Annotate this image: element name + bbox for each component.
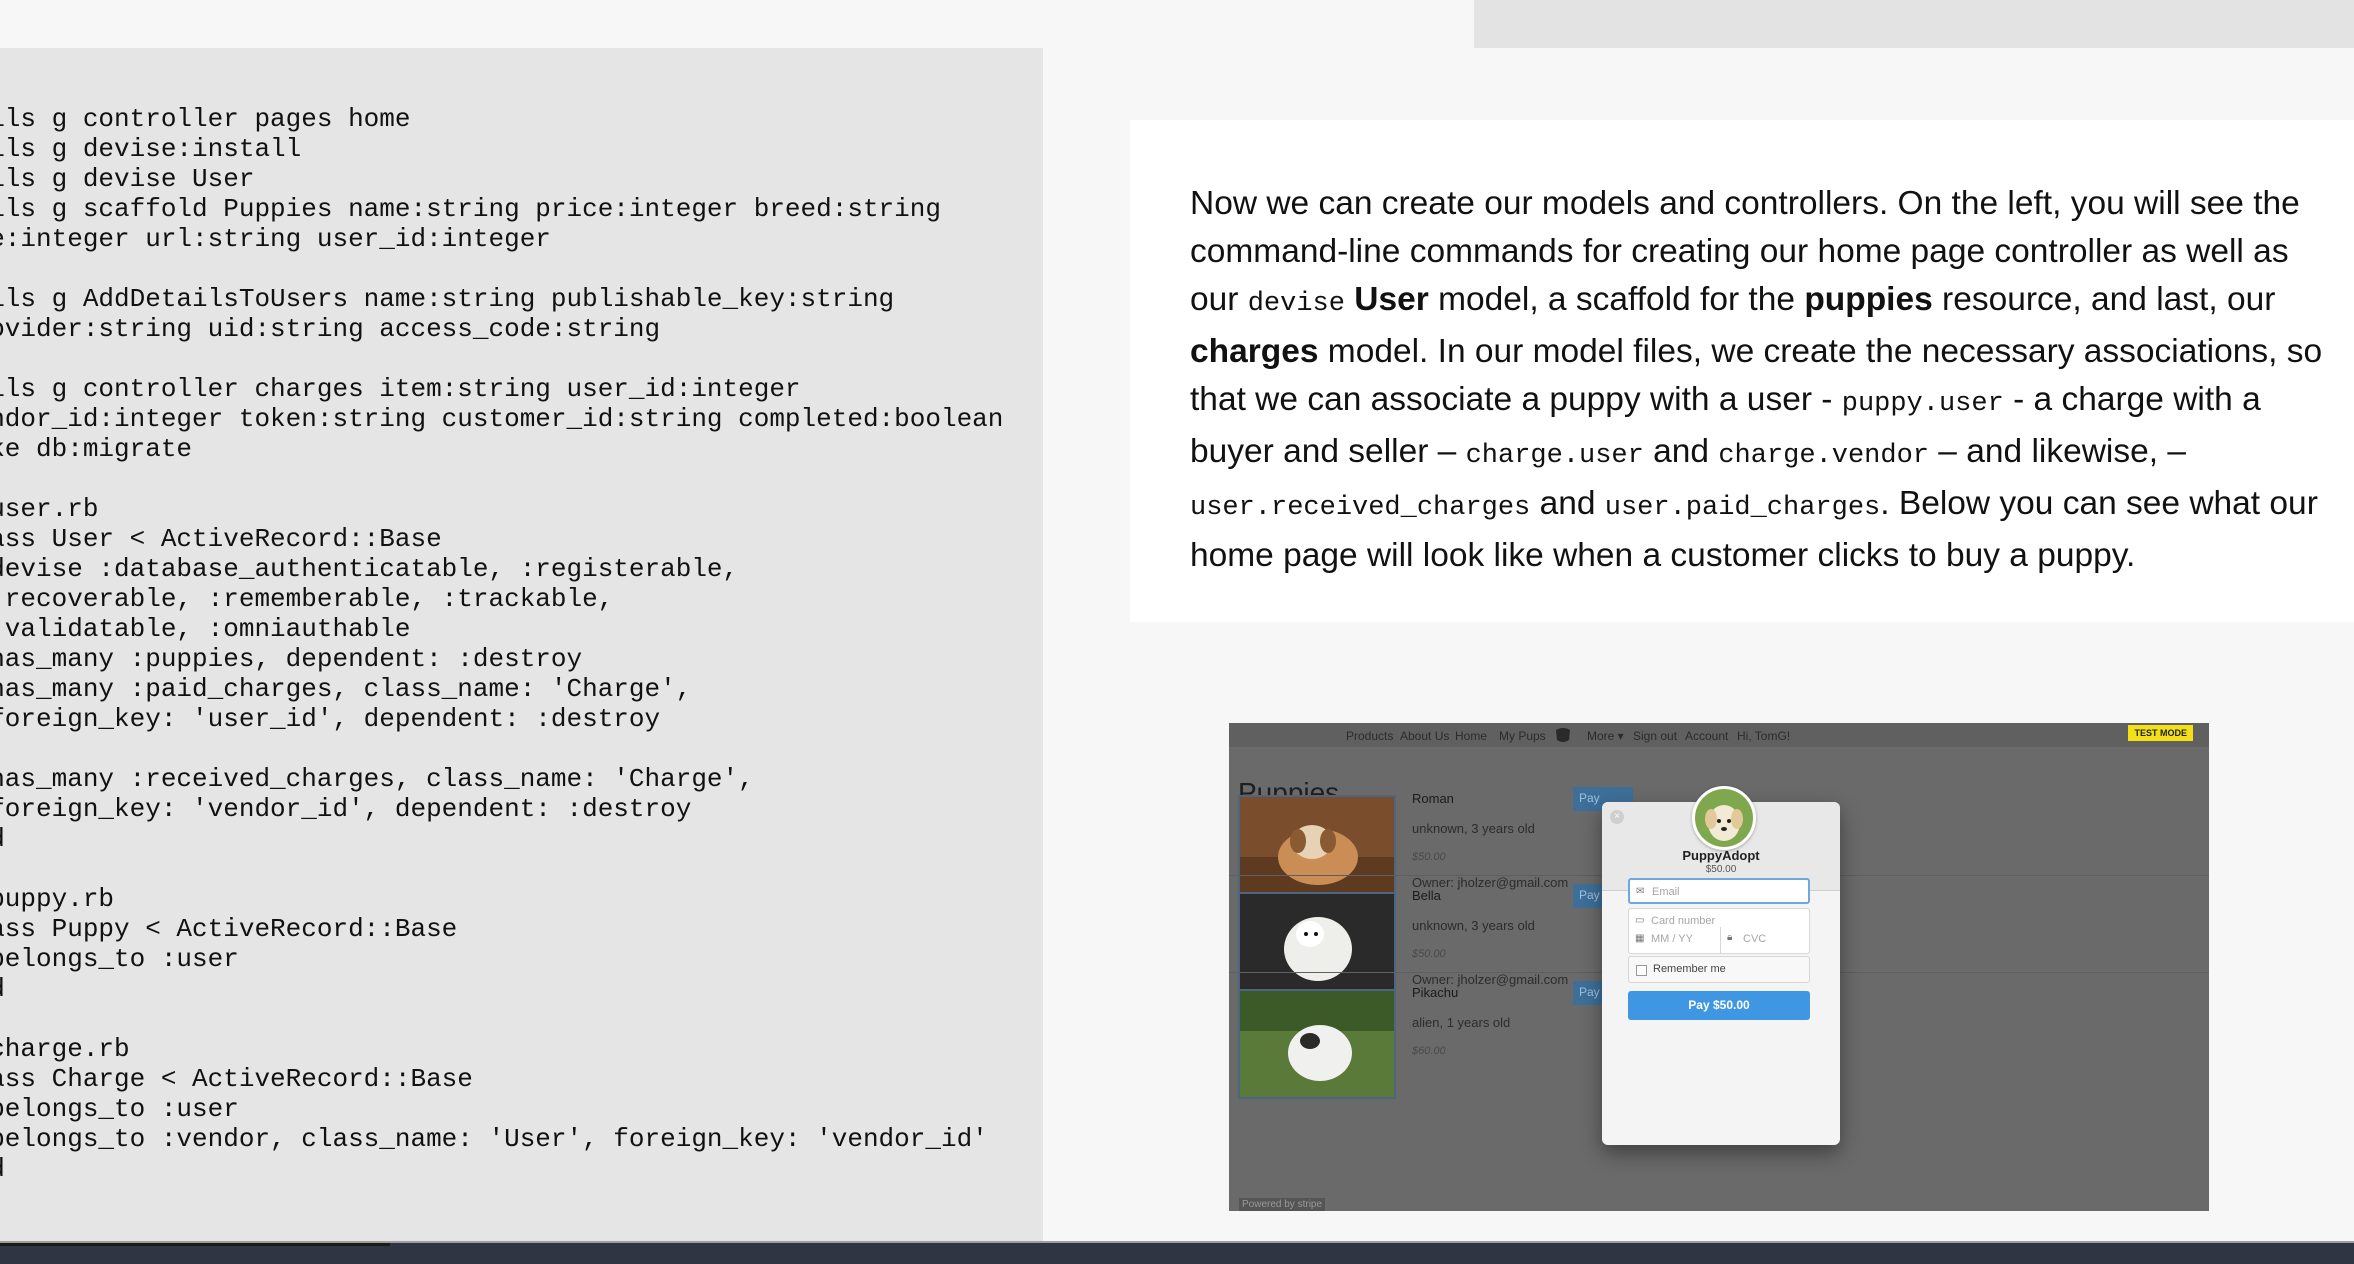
puppy-name[interactable]: Roman: [1412, 791, 1454, 806]
code-line: # puppy.rb: [0, 884, 115, 914]
code-line: belongs_to :user: [0, 1094, 239, 1124]
inline-code-puppy-user: puppy.user: [1841, 389, 2004, 419]
email-field[interactable]: ✉ Email: [1628, 878, 1810, 904]
expiry-placeholder: MM / YY: [1651, 933, 1693, 945]
paw-logo-icon: [1556, 728, 1570, 742]
puppy-desc: unknown, 3 years old: [1412, 821, 1535, 836]
code-line: has_many :received_charges, class_name: …: [0, 764, 754, 794]
code-line: class User < ActiveRecord::Base: [0, 524, 442, 554]
code-line: :recoverable, :rememberable, :trackable,: [0, 584, 614, 614]
test-mode-badge: TEST MODE: [2128, 725, 2193, 741]
code-line: :validatable, :omniauthable: [0, 614, 411, 644]
puppy-price: $50.00: [1412, 948, 1446, 960]
puppy-avatar-icon: [1695, 789, 1753, 847]
remember-me-option[interactable]: Remember me: [1628, 956, 1810, 983]
code-line: rails g controller pages home: [0, 104, 411, 134]
code-line: end: [0, 974, 5, 1004]
code-line: class Puppy < ActiveRecord::Base: [0, 914, 458, 944]
cvc-placeholder: CVC: [1743, 933, 1767, 945]
expiry-cvc-row: ▦ MM / YY 🔒︎ CVC: [1628, 927, 1810, 954]
code-line: belongs_to :user: [0, 944, 239, 974]
code-line: rake db:migrate: [0, 434, 193, 464]
checkout-amount: $50.00: [1705, 864, 1737, 875]
os-taskbar: [0, 1243, 2354, 1264]
merchant-name: PuppyAdopt: [1682, 848, 1760, 863]
envelope-icon: ✉: [1636, 886, 1645, 897]
bold-puppies: puppies: [1804, 281, 1933, 318]
code-line: has_many :paid_charges, class_name: 'Cha…: [0, 674, 692, 704]
calendar-icon: ▦: [1635, 933, 1645, 944]
code-line: age:integer url:string user_id:integer: [0, 224, 551, 254]
code-line: foreign_key: 'vendor_id', dependent: :de…: [0, 794, 692, 824]
nav-about-us[interactable]: About Us: [1400, 729, 1449, 743]
puppy-pikachu-image: [1240, 991, 1394, 1097]
code-line: rails g devise:install: [0, 134, 302, 164]
inline-code-charge-vendor: charge.vendor: [1718, 441, 1929, 471]
nav-products[interactable]: Products: [1346, 729, 1393, 743]
code-line: rails g AddDetailsToUsers name:string pu…: [0, 284, 895, 314]
pay-submit-button[interactable]: Pay $50.00: [1628, 991, 1810, 1020]
nav-home[interactable]: Home: [1455, 729, 1487, 743]
expiry-field[interactable]: ▦ MM / YY: [1629, 927, 1720, 953]
lock-icon: 🔒︎: [1727, 932, 1733, 943]
inline-code-paid-charges: user.paid_charges: [1604, 493, 1881, 523]
email-placeholder: Email: [1652, 886, 1680, 898]
code-line: vendor_id:integer token:string customer_…: [0, 404, 1004, 434]
screenshot-navbar: Products About Us Home My Pups More ▾ Si…: [1229, 723, 2209, 747]
nav-account[interactable]: Account: [1685, 729, 1728, 743]
code-line: rails g devise User: [0, 164, 255, 194]
nav-sign-out[interactable]: Sign out: [1633, 729, 1677, 743]
puppy-price: $60.00: [1412, 1045, 1446, 1057]
code-line: belongs_to :vendor, class_name: 'User', …: [0, 1124, 988, 1154]
code-line: class Charge < ActiveRecord::Base: [0, 1064, 473, 1094]
inline-code-received-charges: user.received_charges: [1190, 493, 1531, 523]
card-number-placeholder: Card number: [1651, 915, 1716, 927]
remember-checkbox[interactable]: [1636, 965, 1647, 976]
taskbar-strip: [0, 1243, 390, 1246]
puppy-desc: unknown, 3 years old: [1412, 918, 1535, 933]
code-line: # user.rb: [0, 494, 99, 524]
puppy-name[interactable]: Pikachu: [1412, 985, 1458, 1000]
code-line: end: [0, 824, 5, 854]
code-block: rails g controller pages home rails g de…: [0, 104, 1003, 1184]
top-right-bar: [1474, 0, 2354, 48]
stripe-badge: Powered by stripe: [1239, 1198, 1326, 1211]
merchant-avatar: [1692, 786, 1756, 850]
bold-charges: charges: [1190, 333, 1319, 370]
app-screenshot: Products About Us Home My Pups More ▾ Si…: [1229, 723, 2209, 1211]
code-line: has_many :puppies, dependent: :destroy: [0, 644, 583, 674]
credit-card-icon: ▭: [1635, 915, 1645, 926]
code-line: foreign_key: 'user_id', dependent: :dest…: [0, 704, 661, 734]
stripe-checkout-modal: × PuppyAdopt $50.00 ✉ Email ▭ Card numbe…: [1602, 786, 1840, 1145]
inline-code-devise: devise: [1247, 289, 1345, 319]
code-line: rails g controller charges item:string u…: [0, 374, 801, 404]
nav-my-pups[interactable]: My Pups: [1499, 729, 1546, 743]
description-paragraph: Now we can create our models and control…: [1190, 185, 2323, 574]
puppy-desc: alien, 1 years old: [1412, 1015, 1511, 1030]
code-line: # charge.rb: [0, 1034, 130, 1064]
puppy-photo[interactable]: [1238, 989, 1396, 1099]
inline-code-charge-user: charge.user: [1465, 441, 1644, 471]
code-panel: rails g controller pages home rails g de…: [0, 48, 1043, 1244]
cvc-field[interactable]: 🔒︎ CVC: [1720, 927, 1812, 953]
close-icon[interactable]: ×: [1610, 810, 1624, 824]
puppy-name[interactable]: Bella: [1412, 888, 1441, 903]
code-line: rails g scaffold Puppies name:string pri…: [0, 194, 941, 224]
remember-label: Remember me: [1653, 963, 1726, 975]
code-line: provider:string uid:string access_code:s…: [0, 314, 661, 344]
nav-greeting: Hi, TomG!: [1737, 729, 1791, 743]
nav-more-dropdown[interactable]: More ▾: [1587, 729, 1624, 743]
bold-user: User: [1354, 281, 1429, 318]
code-line: end: [0, 1154, 5, 1184]
puppy-price: $50.00: [1412, 851, 1446, 863]
description-card: Now we can create our models and control…: [1130, 120, 2354, 622]
code-line: devise :database_authenticatable, :regis…: [0, 554, 739, 584]
